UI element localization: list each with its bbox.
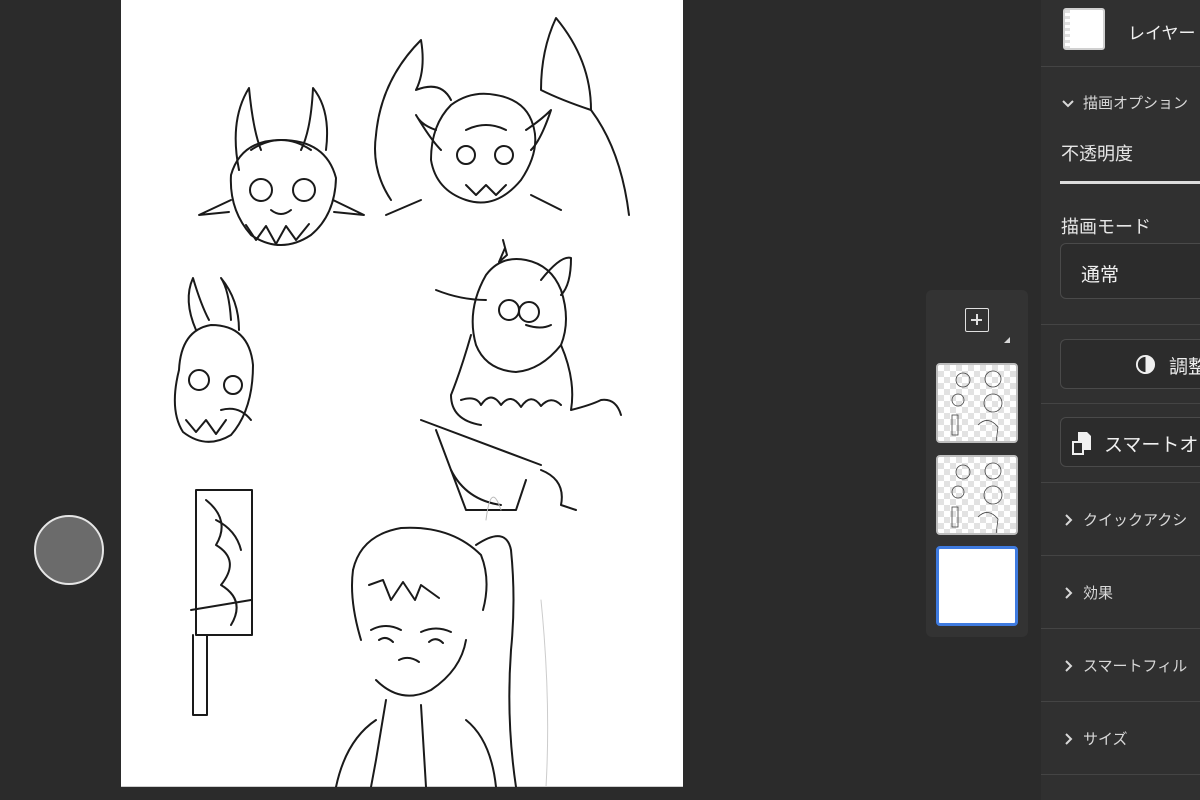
adjustment-label: 調整 xyxy=(1169,356,1200,378)
properties-panel: レイヤー 描画オプション 不透明度 描画モード 通常 調整 スマートオ クイック… xyxy=(1041,0,1200,800)
layer-1-preview xyxy=(951,370,1003,441)
current-layer-thumbnail xyxy=(1063,8,1105,50)
layer-thumbnail-3-selected[interactable] xyxy=(936,546,1018,626)
divider xyxy=(1041,403,1200,404)
divider xyxy=(1041,628,1200,629)
adjustment-button[interactable]: 調整 xyxy=(1060,339,1200,389)
opacity-label: 不透明度 xyxy=(1061,144,1133,165)
chevron-right-icon xyxy=(1061,586,1075,600)
document-canvas[interactable] xyxy=(121,0,683,787)
size-label: サイズ xyxy=(1083,730,1128,748)
chevron-right-icon xyxy=(1061,659,1075,673)
blend-mode-value: 通常 xyxy=(1081,264,1120,286)
layer-thumbnail-2[interactable] xyxy=(936,455,1018,535)
layer-2-preview xyxy=(951,462,1003,533)
smart-filters-label: スマートフィル xyxy=(1083,657,1188,675)
add-layer-icon[interactable] xyxy=(965,308,989,332)
chevron-down-icon xyxy=(1061,96,1075,110)
effects-header[interactable]: 効果 xyxy=(1061,582,1113,603)
chevron-right-icon xyxy=(1061,513,1075,527)
smart-object-button[interactable]: スマートオ xyxy=(1060,417,1200,467)
demon-skull-sketch xyxy=(173,277,254,443)
smart-object-label: スマートオ xyxy=(1104,434,1199,456)
divider xyxy=(1041,482,1200,483)
sketch-artwork xyxy=(173,17,630,787)
current-layer-name: レイヤー xyxy=(1128,24,1196,44)
goblin-creature-sketch xyxy=(420,239,622,511)
quick-actions-label: クイックアクシ xyxy=(1083,511,1188,529)
demon-head-sketch xyxy=(198,87,365,246)
bat-creature-sketch xyxy=(374,17,630,216)
blend-mode-select[interactable]: 通常 xyxy=(1060,243,1200,299)
layers-panel xyxy=(926,290,1028,637)
chevron-right-icon xyxy=(1061,732,1075,746)
divider xyxy=(1041,66,1200,67)
divider xyxy=(1041,324,1200,325)
size-header[interactable]: サイズ xyxy=(1061,728,1128,749)
adjustment-icon xyxy=(1135,354,1156,375)
touch-shortcut-button[interactable] xyxy=(34,515,104,585)
add-layer-menu-indicator[interactable] xyxy=(1004,337,1010,343)
girl-portrait-sketch xyxy=(335,496,549,787)
divider xyxy=(1041,701,1200,702)
layer-thumbnail-1[interactable] xyxy=(936,363,1018,443)
blend-mode-label: 描画モード xyxy=(1061,217,1151,238)
smart-object-icon xyxy=(1072,432,1091,455)
ornate-staff-sketch xyxy=(190,489,253,716)
drawing-options-label: 描画オプション xyxy=(1083,94,1189,112)
divider xyxy=(1041,555,1200,556)
divider xyxy=(1041,774,1200,775)
photoshop-ipad-app: レイヤー 描画オプション 不透明度 描画モード 通常 調整 スマートオ クイック… xyxy=(0,0,1200,800)
quick-actions-header[interactable]: クイックアクシ xyxy=(1061,509,1187,530)
smart-filters-header[interactable]: スマートフィル xyxy=(1061,655,1187,676)
drawing-options-header[interactable]: 描画オプション xyxy=(1061,92,1188,113)
opacity-slider[interactable] xyxy=(1060,181,1200,184)
effects-label: 効果 xyxy=(1083,584,1114,602)
